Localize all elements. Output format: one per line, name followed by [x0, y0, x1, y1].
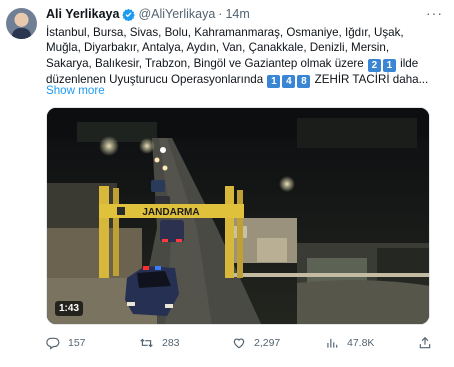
author-name[interactable]: Ali Yerlikaya	[46, 7, 119, 21]
views-chart-icon	[327, 338, 338, 348]
like-count: 2,297	[254, 337, 281, 349]
separator-dot: ·	[218, 7, 223, 21]
views-count: 47.8K	[347, 337, 375, 349]
text-line: İstanbul, Bursa, Sivas, Bolu, Kahramanma…	[46, 25, 426, 40]
tweet-text: İstanbul, Bursa, Sivas, Bolu, Kahramanma…	[46, 25, 429, 88]
text-line-3-end: ilde	[396, 56, 419, 70]
more-options-icon[interactable]: ···	[426, 6, 444, 20]
avatar[interactable]	[6, 8, 37, 39]
retweet-count: 283	[162, 337, 180, 349]
text-line-3: Sakarya, Balıkesir, Trabzon, Bingöl ve G…	[46, 56, 367, 70]
keycap-digit: 2	[367, 58, 381, 72]
video-duration: 1:43	[55, 301, 84, 316]
reply-button[interactable]: 157	[46, 334, 86, 352]
action-bar: 157 283 2,297 47.8K	[46, 334, 436, 352]
text-line-1: İstanbul, Bursa, Sivas, Bolu, Kahramanma…	[46, 26, 404, 39]
heart-icon	[233, 338, 245, 349]
gate-sign-text: JANDARMA	[142, 207, 199, 218]
views-button[interactable]: 47.8K	[325, 334, 374, 352]
video-player[interactable]: JANDARMA 1:43	[46, 107, 430, 325]
text-line-4-end: ZEHİR TACİRİ daha...	[311, 72, 429, 86]
show-more-link[interactable]: Show more	[46, 84, 105, 97]
keycap-digit: 4	[282, 74, 296, 88]
share-button[interactable]	[418, 334, 440, 352]
like-button[interactable]: 2,297	[232, 334, 280, 352]
retweet-icon	[140, 338, 153, 348]
retweet-button[interactable]: 283	[139, 334, 180, 352]
reply-icon	[46, 337, 60, 350]
video-frame: JANDARMA	[47, 108, 429, 324]
reply-count: 157	[68, 337, 86, 349]
keycap-digit: 8	[297, 74, 311, 88]
tweet-header: Ali Yerlikaya @AliYerlikaya · 14m	[46, 7, 250, 21]
text-line: Muğla, Diyarbakır, Antalya, Aydın, Van, …	[46, 40, 426, 55]
text-line: Sakarya, Balıkesir, Trabzon, Bingöl ve G…	[46, 56, 426, 72]
tweet-card[interactable]: Ali Yerlikaya @AliYerlikaya · 14m ··· İs…	[0, 0, 454, 367]
share-icon	[419, 336, 431, 349]
keycap-digit: 1	[382, 58, 396, 72]
text-line-2: Muğla, Diyarbakır, Antalya, Aydın, Van, …	[46, 41, 390, 55]
timestamp[interactable]: 14m	[225, 7, 249, 21]
author-handle[interactable]: @AliYerlikaya	[138, 7, 215, 21]
verified-badge-icon	[122, 8, 136, 21]
keycap-digit: 1	[267, 74, 281, 88]
